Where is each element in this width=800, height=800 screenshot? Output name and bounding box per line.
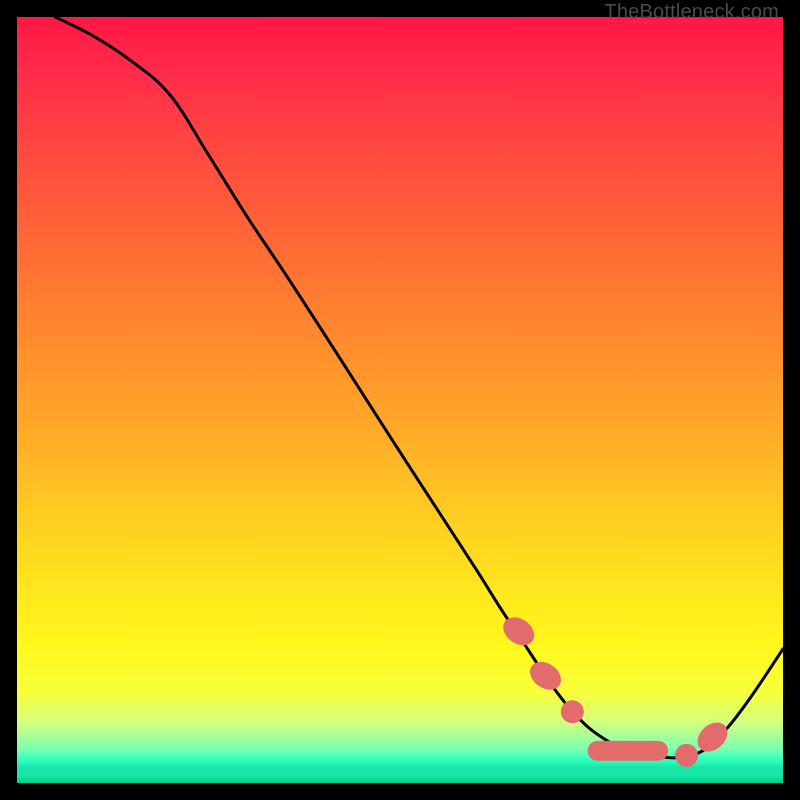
chart-frame: TheBottleneck.com — [17, 17, 783, 783]
chart-plot — [17, 17, 783, 783]
bottleneck-curve — [55, 17, 783, 758]
marker-bead — [692, 717, 733, 758]
marker-bead — [525, 656, 567, 695]
marker-bead — [561, 700, 584, 723]
marker-capsule — [588, 741, 668, 761]
marker-layer — [498, 612, 733, 767]
marker-bead — [498, 612, 540, 651]
marker-bead — [675, 744, 698, 767]
curve-layer — [55, 17, 783, 758]
